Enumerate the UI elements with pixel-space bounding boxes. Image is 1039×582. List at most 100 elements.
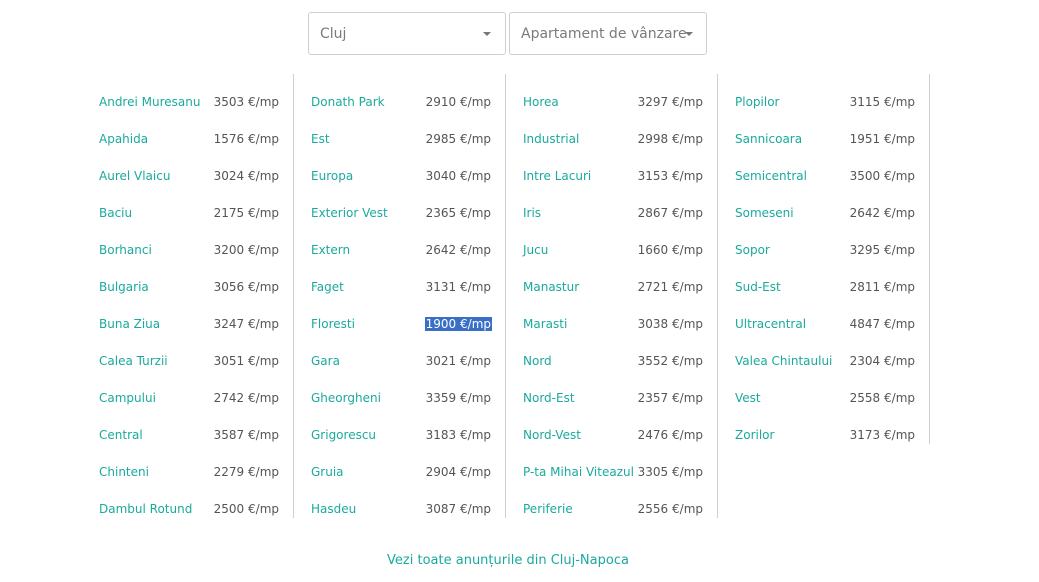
neighborhood-row: Extern 2642 €/mp	[311, 222, 505, 259]
neighborhood-row: Europa 3040 €/mp	[311, 148, 505, 185]
neighborhood-column: Andrei Muresanu 3503 €/mp Apahida 1576 €/mp…	[99, 74, 294, 518]
neighborhood-column: Donath Park 2910 €/mp Est 2985 €/mp Europa 30…	[311, 74, 506, 518]
neighborhood-link[interactable]: Apahida	[99, 132, 148, 146]
neighborhood-link[interactable]: Nord-Vest	[523, 428, 581, 442]
neighborhood-row: Exterior Vest 2365 €/mp	[311, 185, 505, 222]
neighborhood-link[interactable]: Gheorgheni	[311, 391, 381, 405]
neighborhood-link[interactable]: Intre Lacuri	[523, 169, 591, 183]
price-per-sqm: 2304 €/mp	[849, 354, 915, 368]
neighborhood-link[interactable]: Bulgaria	[99, 280, 149, 294]
price-per-sqm: 2558 €/mp	[849, 391, 915, 405]
neighborhood-link[interactable]: Valea Chintaului	[735, 354, 832, 368]
neighborhood-row: Hasdeu 3087 €/mp	[311, 481, 505, 518]
neighborhood-link[interactable]: Vest	[735, 391, 761, 405]
neighborhood-link[interactable]: Donath Park	[311, 95, 385, 109]
neighborhood-link[interactable]: Grigorescu	[311, 428, 376, 442]
price-per-sqm: 1660 €/mp	[637, 243, 703, 257]
neighborhood-link[interactable]: Faget	[311, 280, 344, 294]
neighborhood-link[interactable]: Aurel Vlaicu	[99, 169, 170, 183]
neighborhood-link[interactable]: Sopor	[735, 243, 770, 257]
neighborhood-row: Chinteni 2279 €/mp	[99, 444, 293, 481]
neighborhood-column: Horea 3297 €/mp Industrial 2998 €/mp Intre L…	[523, 74, 718, 518]
price-per-sqm: 3038 €/mp	[637, 317, 703, 331]
city-select-value: Cluj	[320, 26, 347, 42]
neighborhood-link[interactable]: Central	[99, 428, 143, 442]
neighborhood-link[interactable]: Extern	[311, 243, 350, 257]
neighborhood-link[interactable]: Dambul Rotund	[99, 502, 192, 516]
neighborhood-row: Andrei Muresanu 3503 €/mp	[99, 74, 293, 111]
city-select[interactable]: Cluj	[308, 12, 506, 55]
neighborhood-link[interactable]: Zorilor	[735, 428, 774, 442]
neighborhood-link[interactable]: Gruia	[311, 465, 344, 479]
neighborhood-link[interactable]: Horea	[523, 95, 559, 109]
neighborhood-row: Plopilor 3115 €/mp	[735, 74, 929, 111]
neighborhood-link[interactable]: Calea Turzii	[99, 354, 168, 368]
price-per-sqm: 2721 €/mp	[637, 280, 703, 294]
neighborhood-link[interactable]: Exterior Vest	[311, 206, 388, 220]
price-per-sqm: 3305 €/mp	[637, 465, 703, 479]
neighborhood-row: Donath Park 2910 €/mp	[311, 74, 505, 111]
price-per-sqm: 3500 €/mp	[849, 169, 915, 183]
neighborhood-link[interactable]: Baciu	[99, 206, 132, 220]
neighborhood-link[interactable]: Sannicoara	[735, 132, 802, 146]
price-per-sqm: 2742 €/mp	[213, 391, 279, 405]
neighborhood-link[interactable]: Hasdeu	[311, 502, 356, 516]
neighborhood-link[interactable]: Plopilor	[735, 95, 779, 109]
price-per-sqm: 1951 €/mp	[849, 132, 915, 146]
neighborhood-row: Nord 3552 €/mp	[523, 333, 717, 370]
property-type-select[interactable]: Apartament de vânzare	[509, 12, 707, 55]
neighborhood-link[interactable]: Est	[311, 132, 330, 146]
price-per-sqm: 3503 €/mp	[213, 95, 279, 109]
neighborhood-link[interactable]: Jucu	[523, 243, 548, 257]
neighborhood-row: Sopor 3295 €/mp	[735, 222, 929, 259]
price-per-sqm: 2500 €/mp	[213, 502, 279, 516]
neighborhood-link[interactable]: Nord	[523, 354, 552, 368]
neighborhood-link[interactable]: Chinteni	[99, 465, 149, 479]
neighborhood-row: Nord-Est 2357 €/mp	[523, 370, 717, 407]
neighborhood-row: Campului 2742 €/mp	[99, 370, 293, 407]
neighborhood-row: Central 3587 €/mp	[99, 407, 293, 444]
neighborhood-link[interactable]: Andrei Muresanu	[99, 95, 200, 109]
neighborhood-row: Faget 3131 €/mp	[311, 259, 505, 296]
neighborhood-row: Someseni 2642 €/mp	[735, 185, 929, 222]
price-per-sqm: 3153 €/mp	[637, 169, 703, 183]
neighborhood-link[interactable]: Iris	[523, 206, 541, 220]
price-per-sqm: 2642 €/mp	[849, 206, 915, 220]
price-per-sqm: 2476 €/mp	[637, 428, 703, 442]
neighborhood-link[interactable]: Buna Ziua	[99, 317, 160, 331]
neighborhood-link[interactable]: Borhanci	[99, 243, 152, 257]
neighborhood-link[interactable]: Manastur	[523, 280, 579, 294]
neighborhood-row: Sud-Est 2811 €/mp	[735, 259, 929, 296]
neighborhood-link[interactable]: Gara	[311, 354, 340, 368]
neighborhood-link[interactable]: Semicentral	[735, 169, 807, 183]
neighborhood-row: Vest 2558 €/mp	[735, 370, 929, 407]
neighborhood-link[interactable]: Europa	[311, 169, 353, 183]
neighborhood-link[interactable]: Periferie	[523, 502, 573, 516]
neighborhood-row: Borhanci 3200 €/mp	[99, 222, 293, 259]
price-per-sqm: 2556 €/mp	[637, 502, 703, 516]
neighborhood-row: Est 2985 €/mp	[311, 111, 505, 148]
neighborhood-link[interactable]: Sud-Est	[735, 280, 781, 294]
neighborhood-row: Calea Turzii 3051 €/mp	[99, 333, 293, 370]
price-per-sqm: 3295 €/mp	[849, 243, 915, 257]
neighborhood-row: Gara 3021 €/mp	[311, 333, 505, 370]
neighborhood-link[interactable]: P-ta Mihai Viteazul	[523, 465, 634, 479]
price-per-sqm: 2175 €/mp	[213, 206, 279, 220]
page: Cluj Apartament de vânzare Andrei Muresa…	[0, 0, 1039, 582]
neighborhood-row: Jucu 1660 €/mp	[523, 222, 717, 259]
neighborhood-link[interactable]: Floresti	[311, 317, 355, 331]
neighborhood-link[interactable]: Industrial	[523, 132, 579, 146]
neighborhood-row: Nord-Vest 2476 €/mp	[523, 407, 717, 444]
price-per-sqm: 3040 €/mp	[425, 169, 491, 183]
neighborhood-row: Apahida 1576 €/mp	[99, 111, 293, 148]
neighborhood-link[interactable]: Ultracentral	[735, 317, 806, 331]
neighborhood-link[interactable]: Someseni	[735, 206, 794, 220]
neighborhood-row: Iris 2867 €/mp	[523, 185, 717, 222]
neighborhood-link[interactable]: Campului	[99, 391, 156, 405]
neighborhood-row: Gheorgheni 3359 €/mp	[311, 370, 505, 407]
neighborhood-row: Gruia 2904 €/mp	[311, 444, 505, 481]
neighborhood-row: Grigorescu 3183 €/mp	[311, 407, 505, 444]
neighborhood-link[interactable]: Nord-Est	[523, 391, 575, 405]
neighborhood-link[interactable]: Marasti	[523, 317, 567, 331]
view-all-listings-link[interactable]: Vezi toate anunțurile din Cluj-Napoca	[0, 553, 1016, 568]
